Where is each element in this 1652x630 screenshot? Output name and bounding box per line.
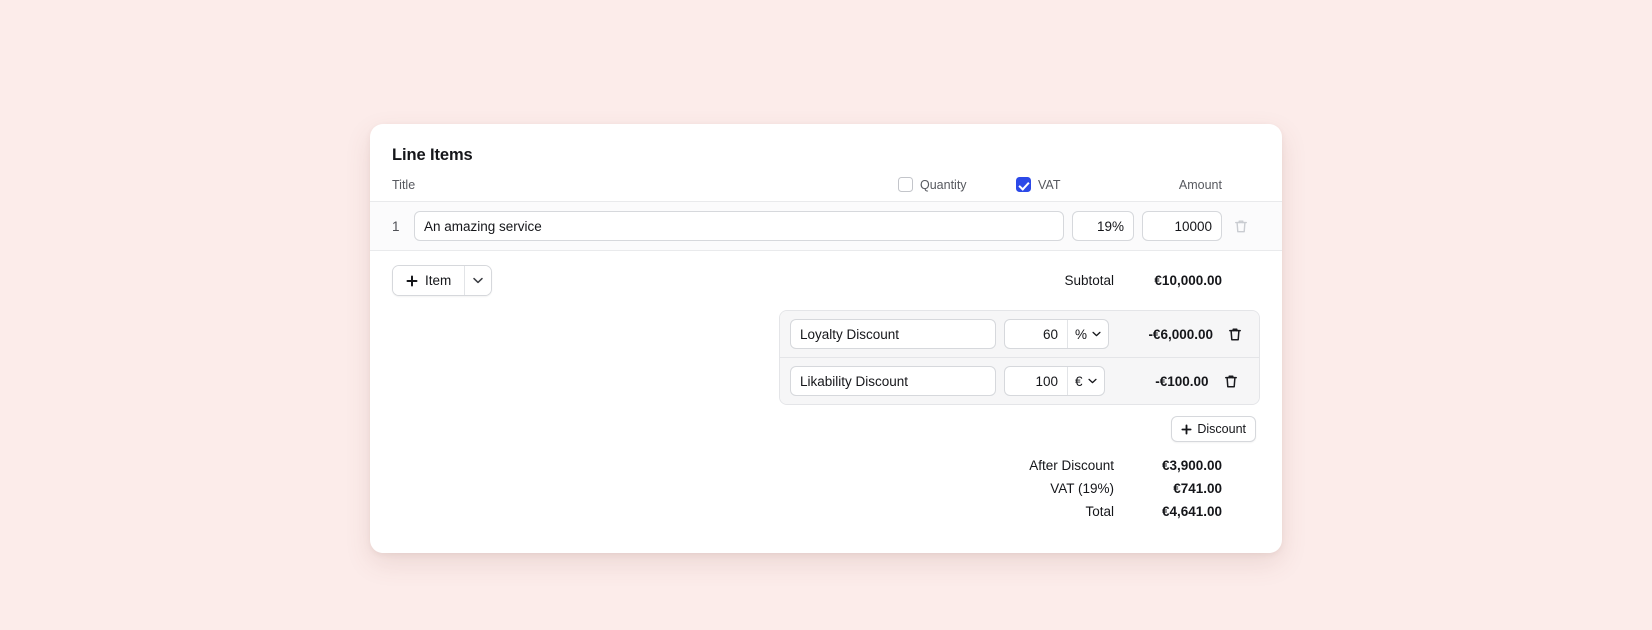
vat-total-value: €741.00 — [1173, 481, 1222, 496]
discount-delete-button[interactable] — [1221, 327, 1249, 342]
discount-panel: Loyalty Discount 60 % -€6,000.00 Likabil… — [778, 310, 1260, 405]
line-item-title-input[interactable]: An amazing service — [414, 211, 1064, 241]
discount-amount-input[interactable]: 100 — [1005, 367, 1067, 395]
subtotal-label: Subtotal — [1064, 273, 1114, 288]
vat-label: VAT — [1038, 177, 1061, 192]
add-discount-button[interactable]: Discount — [1171, 416, 1256, 442]
add-item-dropdown-button[interactable] — [464, 266, 492, 295]
line-item-delete-button[interactable] — [1222, 219, 1260, 234]
discount-delete-button[interactable] — [1217, 374, 1245, 389]
discount-total-value: -€100.00 — [1155, 373, 1209, 389]
discount-amount-group[interactable]: 100 € — [1003, 366, 1105, 396]
add-discount-row: Discount — [370, 405, 1282, 442]
trash-icon — [1224, 374, 1238, 389]
discount-name-input[interactable]: Loyalty Discount — [789, 319, 996, 349]
add-discount-label: Discount — [1197, 422, 1246, 436]
discount-unit-select[interactable]: % — [1066, 320, 1108, 348]
trash-icon — [1234, 219, 1248, 234]
after-discount-label: After Discount — [1029, 458, 1114, 473]
discount-row: Loyalty Discount 60 % -€6,000.00 — [779, 311, 1259, 357]
line-item-vat-input[interactable]: 19% — [1072, 211, 1134, 241]
add-item-button[interactable]: Item — [393, 266, 465, 295]
column-header-quantity[interactable]: Quantity — [898, 177, 1016, 192]
add-item-label: Item — [425, 273, 452, 288]
chevron-down-icon — [473, 277, 484, 284]
discount-total-value: -€6,000.00 — [1148, 326, 1213, 342]
plus-icon — [1181, 423, 1192, 435]
totals-section: After Discount €3,900.00 VAT (19%) €741.… — [370, 442, 1282, 519]
add-item-button-group[interactable]: Item — [392, 265, 493, 296]
column-header-title: Title — [392, 177, 416, 192]
trash-icon — [1228, 327, 1242, 342]
column-header-amount: Amount — [1178, 177, 1222, 192]
after-discount-value: €3,900.00 — [1161, 458, 1222, 473]
total-row-vat: VAT (19%) €741.00 — [392, 481, 1260, 496]
column-header-vat[interactable]: VAT — [1016, 177, 1126, 192]
chevron-down-icon — [1092, 331, 1101, 337]
line-item-amount-input[interactable]: 10000 — [1142, 211, 1222, 241]
page-title: Line Items — [392, 146, 473, 164]
line-items-card: Line Items Title Quantity VAT Amount 1 A… — [370, 124, 1282, 553]
page-root: Line Items Title Quantity VAT Amount 1 A… — [0, 0, 1652, 630]
total-row-after-discount: After Discount €3,900.00 — [392, 458, 1260, 473]
vat-total-label: VAT (19%) — [1050, 481, 1114, 496]
discounts-section: Loyalty Discount 60 % -€6,000.00 Likabil… — [370, 296, 1282, 405]
discount-row: Likability Discount 100 € -€100.00 — [779, 357, 1259, 404]
plus-icon — [406, 275, 418, 287]
discount-amount-input[interactable]: 60 — [1005, 320, 1067, 348]
chevron-down-icon — [1087, 378, 1097, 384]
total-row-total: Total €4,641.00 — [392, 504, 1260, 519]
quantity-label: Quantity — [920, 177, 967, 192]
column-header-row: Title Quantity VAT Amount — [370, 165, 1282, 201]
discount-name-input[interactable]: Likability Discount — [789, 366, 996, 396]
discount-amount-group[interactable]: 60 % — [1003, 319, 1109, 349]
grand-total-value: €4,641.00 — [1161, 504, 1222, 519]
line-item-number: 1 — [392, 218, 400, 234]
vat-checkbox[interactable] — [1016, 177, 1031, 192]
table-row: 1 An amazing service 19% 10000 — [370, 201, 1282, 251]
grand-total-label: Total — [1085, 504, 1114, 519]
quantity-checkbox[interactable] — [898, 177, 913, 192]
discount-unit-value: € — [1074, 373, 1083, 389]
discount-unit-select[interactable]: € — [1066, 367, 1104, 395]
actions-row: Item Subtotal €10,000.00 — [370, 251, 1282, 296]
subtotal-row: Subtotal €10,000.00 — [1064, 273, 1260, 288]
subtotal-value: €10,000.00 — [1154, 273, 1222, 288]
discount-unit-value: % — [1074, 326, 1087, 342]
